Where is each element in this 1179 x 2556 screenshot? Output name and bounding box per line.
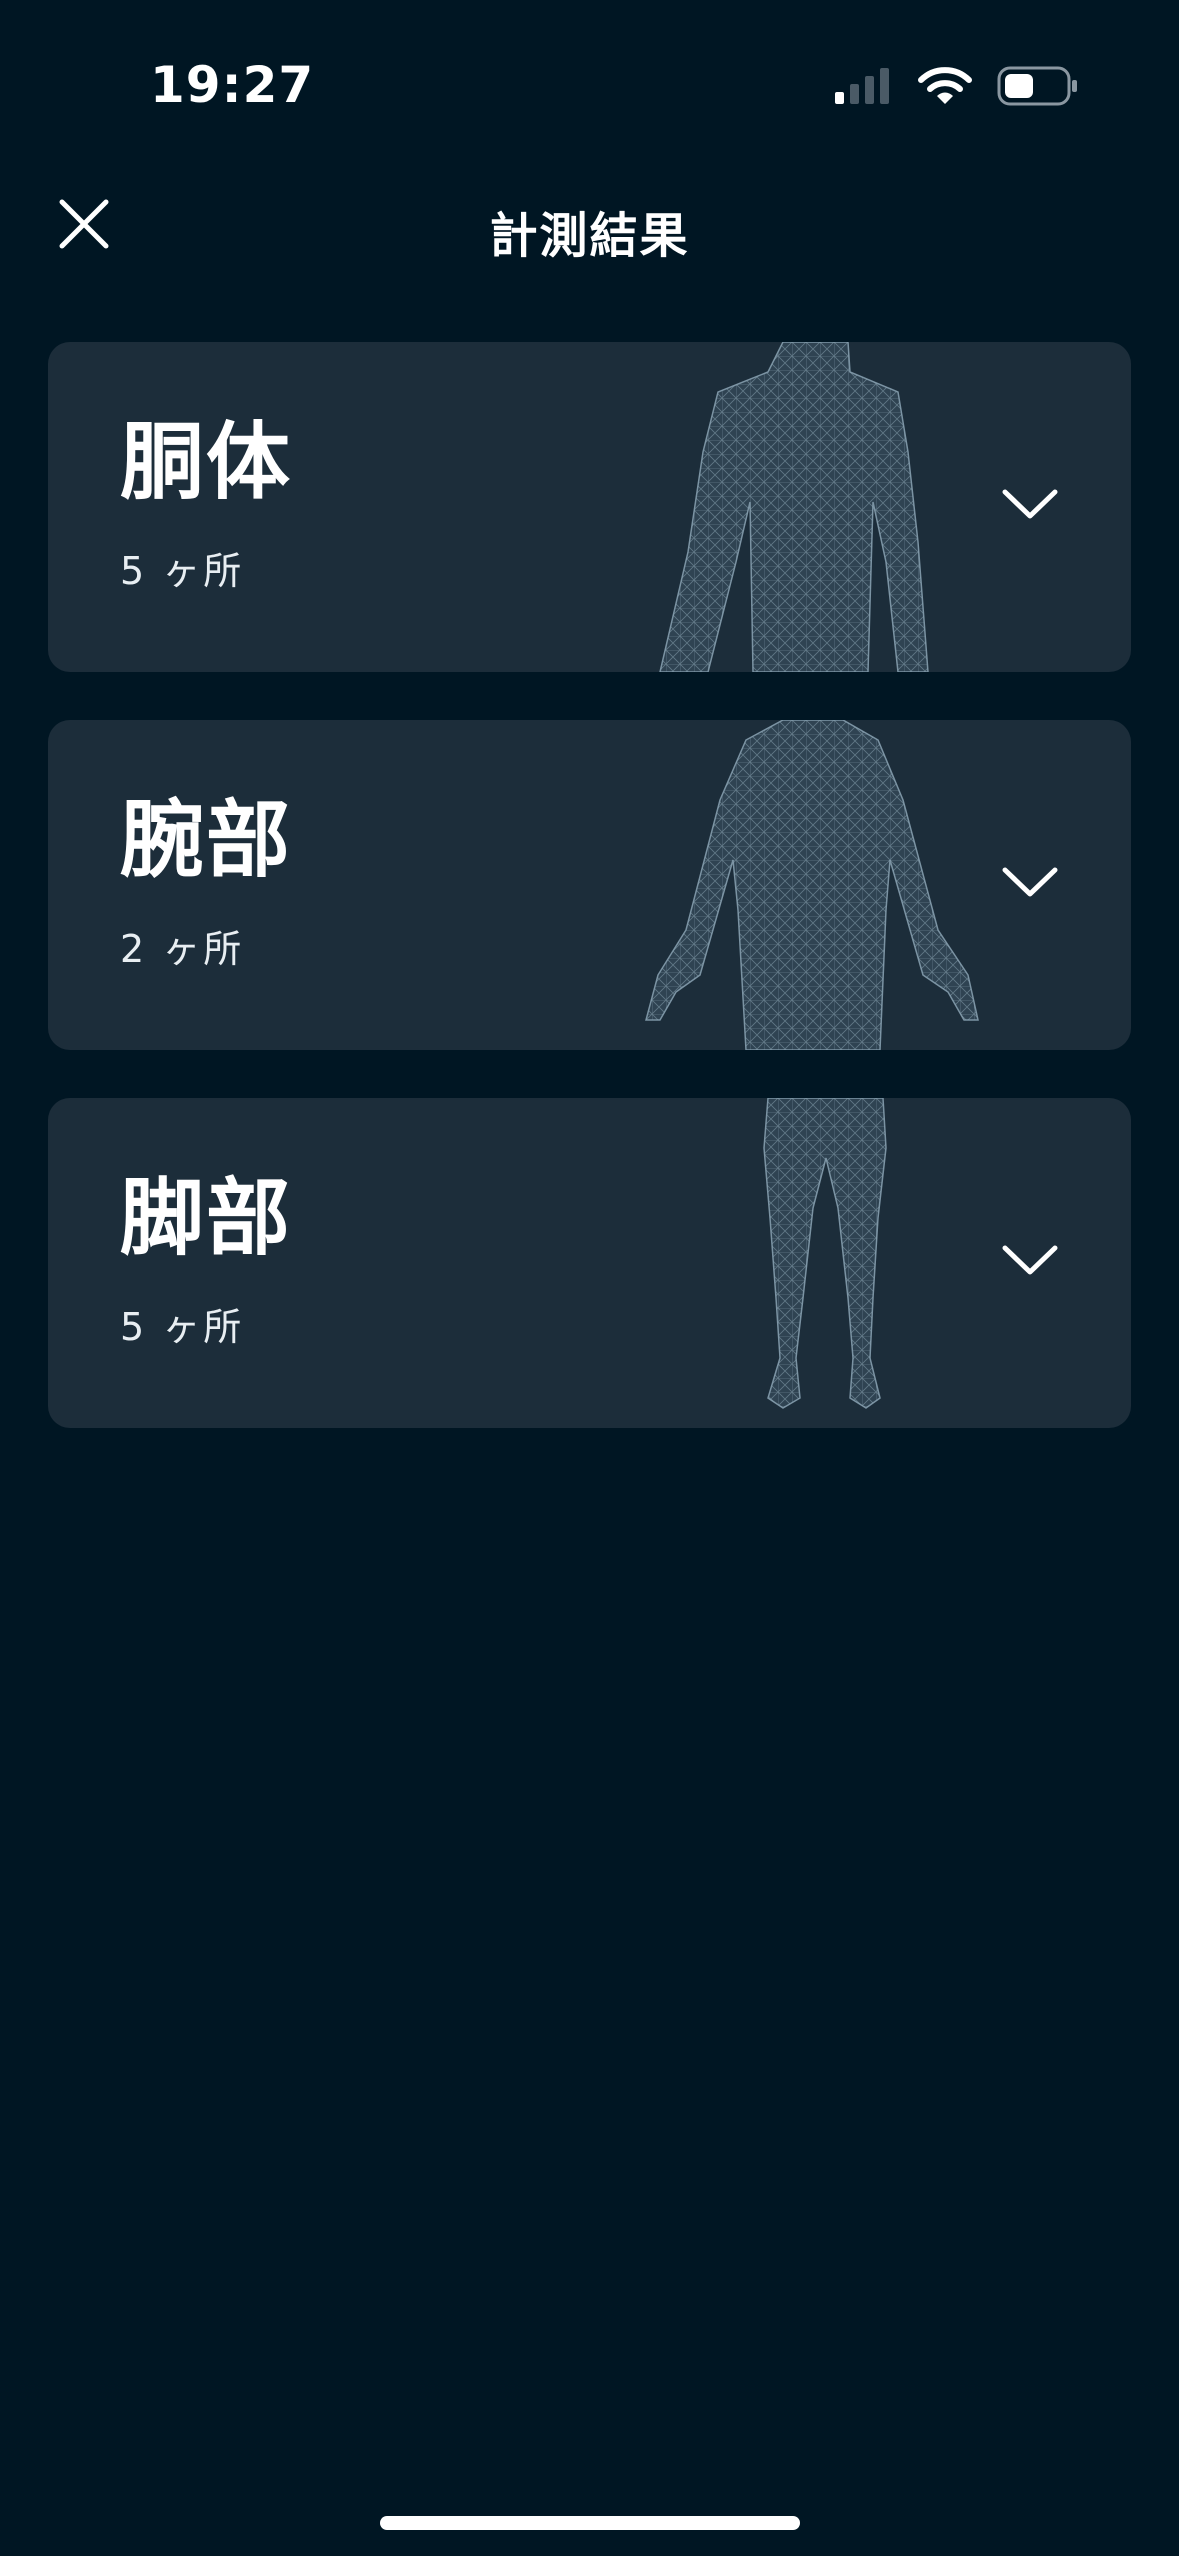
- card-count: 2 ヶ所: [120, 927, 245, 971]
- card-title: 腕部: [120, 791, 293, 889]
- legs-mesh-figure: [763, 1098, 887, 1409]
- chevron-down-icon[interactable]: [1001, 1240, 1059, 1280]
- category-card-legs[interactable]: 脚部 5 ヶ所: [48, 1098, 1131, 1428]
- status-icons: [833, 66, 1079, 106]
- status-time: 19:27: [150, 56, 315, 114]
- category-card-torso[interactable]: 胴体 5 ヶ所: [48, 342, 1131, 672]
- card-count: 5 ヶ所: [120, 549, 245, 593]
- torso-mesh-figure: [659, 342, 929, 672]
- category-card-arms[interactable]: 腕部 2 ヶ所: [48, 720, 1131, 1050]
- wifi-icon: [918, 67, 972, 104]
- chevron-down-icon[interactable]: [1001, 484, 1059, 524]
- card-count: 5 ヶ所: [120, 1305, 245, 1349]
- screen: 19:27 計測結果 胴体 5 ヶ所 腕部 2 ヶ所 脚部 5 ヶ所: [0, 0, 1179, 2556]
- battery-icon: [997, 66, 1077, 106]
- chevron-down-icon[interactable]: [1001, 862, 1059, 902]
- home-indicator[interactable]: [380, 2516, 800, 2530]
- card-title: 胴体: [120, 413, 293, 511]
- cellular-signal-icon: [835, 68, 889, 104]
- arms-mesh-figure: [645, 720, 979, 1050]
- page-title: 計測結果: [489, 208, 690, 264]
- card-title: 脚部: [120, 1169, 293, 1267]
